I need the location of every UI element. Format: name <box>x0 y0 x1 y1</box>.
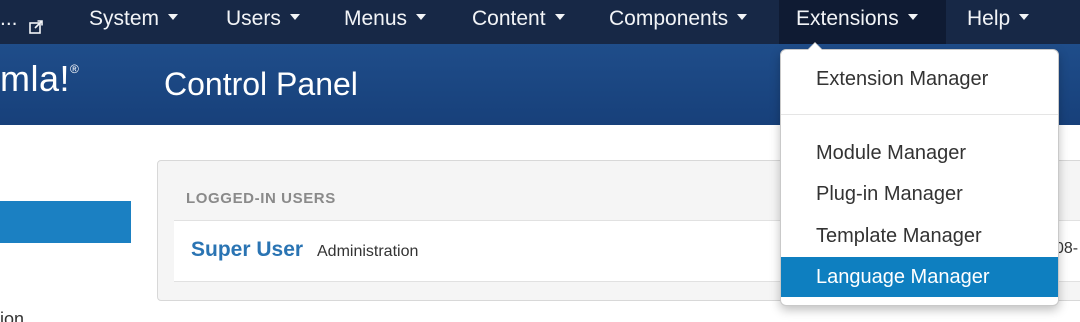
nav-system-label: System <box>89 7 160 30</box>
caret-down-icon <box>168 14 179 21</box>
nav-help[interactable]: Help <box>967 0 1030 44</box>
page-title: Control Panel <box>164 66 358 102</box>
external-link-icon <box>29 9 44 35</box>
user-client: Administration <box>317 243 419 260</box>
nav-extensions-label: Extensions <box>796 7 899 30</box>
nav-system[interactable]: System <box>89 0 179 44</box>
caret-down-icon <box>907 14 918 21</box>
menu-item-template-manager[interactable]: Template Manager <box>781 216 1058 256</box>
panel-heading: LOGGED-IN USERS <box>186 190 336 207</box>
nav-users-label: Users <box>226 7 281 30</box>
sidebar-active-item[interactable] <box>0 201 131 243</box>
site-label: ... <box>0 7 18 30</box>
extensions-dropdown-menu: Extension Manager Module Manager Plug-in… <box>780 42 1059 306</box>
menu-item-language-manager[interactable]: Language Manager <box>781 257 1058 297</box>
nav-help-label: Help <box>967 7 1011 30</box>
menu-divider <box>781 114 1058 115</box>
nav-users[interactable]: Users <box>226 0 300 44</box>
logo-registered-mark: ® <box>70 62 80 76</box>
caret-down-icon <box>737 14 748 21</box>
menu-item-module-manager[interactable]: Module Manager <box>781 133 1058 173</box>
nav-extensions[interactable]: Extensions <box>779 0 946 44</box>
caret-down-icon <box>416 14 427 21</box>
menu-item-plugin-manager[interactable]: Plug-in Manager <box>781 174 1058 214</box>
joomla-logo[interactable]: mla!® <box>0 58 79 100</box>
nav-components[interactable]: Components <box>609 0 748 44</box>
nav-content-label: Content <box>472 7 546 30</box>
top-navbar: ... System Users Menus Content Component… <box>0 0 1080 44</box>
logo-text: mla! <box>0 58 71 99</box>
sidebar-partial-label[interactable]: ion <box>0 309 24 322</box>
user-link[interactable]: Super User <box>191 238 303 262</box>
caret-down-icon <box>554 14 565 21</box>
nav-components-label: Components <box>609 7 729 30</box>
caret-down-icon <box>289 14 300 21</box>
caret-down-icon <box>1019 14 1030 21</box>
nav-menus-label: Menus <box>344 7 408 30</box>
nav-content[interactable]: Content <box>472 0 565 44</box>
menu-item-extension-manager[interactable]: Extension Manager <box>781 59 1058 99</box>
nav-menus[interactable]: Menus <box>344 0 427 44</box>
view-site-link[interactable]: ... <box>0 0 54 44</box>
